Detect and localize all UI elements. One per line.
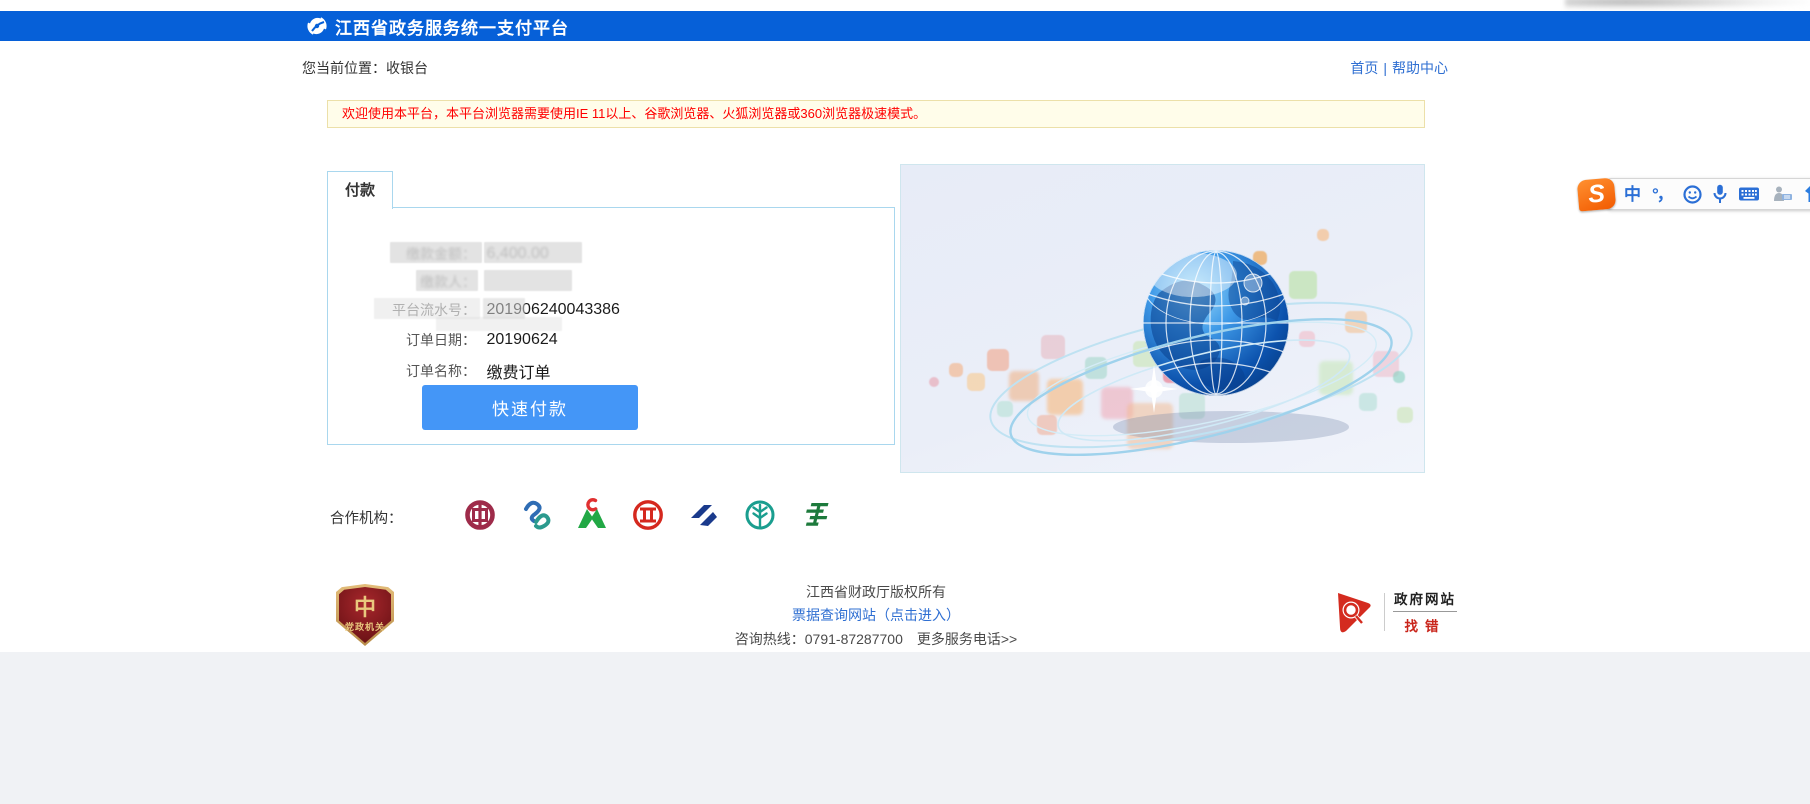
- ime-toolbar: S 中 °，: [1578, 176, 1810, 212]
- top-nav: 首页 | 帮助中心: [1350, 58, 1448, 78]
- microphone-icon[interactable]: [1713, 184, 1727, 204]
- page-title: 江西省政务服务统一支付平台: [335, 14, 569, 39]
- redaction-chip: [483, 298, 525, 319]
- emoji-icon[interactable]: [1683, 185, 1702, 204]
- punctuation-icon[interactable]: °，: [1652, 186, 1672, 203]
- toolbox-icon[interactable]: [1771, 185, 1793, 203]
- redaction-chip: [436, 317, 562, 331]
- skin-icon[interactable]: [1804, 185, 1810, 203]
- icbc-logo[interactable]: [620, 496, 676, 534]
- field-platform-serial: 平台流水号： 201906240043386: [328, 300, 894, 322]
- bottom-gray-strip: [0, 652, 1810, 804]
- browser-notice-banner: 欢迎使用本平台，本平台浏览器需要使用IE 11以上、谷歌浏览器、火狐浏览器或36…: [327, 100, 1425, 128]
- error-finder-icon: [1334, 590, 1376, 634]
- error-logo-line1: 政府网站: [1394, 588, 1456, 608]
- chinese-mode-icon[interactable]: 中: [1624, 186, 1641, 203]
- nav-separator: |: [1383, 60, 1387, 76]
- agricultural-bank-logo[interactable]: [732, 496, 788, 534]
- error-logo-line2: 找错: [1405, 615, 1446, 635]
- hotline-text: 咨询热线：0791-87287700: [735, 631, 903, 647]
- header-bar: 江西省政务服务统一支付平台: [0, 11, 1810, 41]
- sogou-logo[interactable]: S: [1577, 177, 1617, 211]
- more-phones-link[interactable]: 更多服务电话>>: [917, 631, 1017, 647]
- globe-illustration: [901, 165, 1424, 472]
- redaction-chip: [374, 298, 480, 319]
- construction-bank-logo[interactable]: [676, 496, 732, 534]
- copyright-text: 江西省财政厅版权所有: [327, 582, 1425, 602]
- field-order-name: 订单名称： 缴费订单: [328, 359, 894, 381]
- redaction-chip: [416, 270, 478, 291]
- postal-savings-bank-logo[interactable]: [788, 496, 844, 534]
- payment-page: 江西省政务服务统一支付平台 您当前位置：收银台 首页 | 帮助中心 欢迎使用本平台，…: [0, 0, 1810, 804]
- payment-panel: 付款 缴款金额： 6,400.00 缴款人： 平台流水号： 2019062400…: [327, 207, 895, 445]
- hotline-row: 咨询热线：0791-87287700 更多服务电话>>: [327, 629, 1425, 649]
- receipt-query-link[interactable]: 票据查询网站（点击进入）: [792, 607, 960, 623]
- breadcrumb: 您当前位置：收银台: [302, 58, 428, 78]
- field-amount: 缴款金额： 6,400.00: [328, 244, 894, 266]
- jiangxi-bank-logo[interactable]: [508, 496, 564, 534]
- help-center-link[interactable]: 帮助中心: [1392, 60, 1448, 76]
- gov-site-error-report[interactable]: 政府网站 找错: [1334, 588, 1457, 635]
- home-link[interactable]: 首页: [1350, 60, 1378, 76]
- partners-label: 合作机构：: [330, 507, 403, 528]
- partners-row: [452, 496, 844, 534]
- redaction-chip: [484, 270, 572, 291]
- redaction-chip: [484, 242, 582, 263]
- redaction-chip: [390, 242, 482, 263]
- platform-logo-icon: [306, 15, 328, 37]
- bank-of-china-logo[interactable]: [452, 496, 508, 534]
- rural-credit-cooperative-logo[interactable]: [564, 496, 620, 534]
- quick-pay-button[interactable]: 快速付款: [422, 385, 638, 430]
- window-shadow-artifact: [1565, 0, 1810, 10]
- field-order-date: 订单日期： 20190624: [328, 330, 894, 352]
- soft-keyboard-icon[interactable]: [1738, 186, 1760, 202]
- field-payer: 缴款人：: [328, 272, 894, 294]
- globe-illustration-panel: [900, 164, 1425, 473]
- tab-payment[interactable]: 付款: [327, 171, 393, 209]
